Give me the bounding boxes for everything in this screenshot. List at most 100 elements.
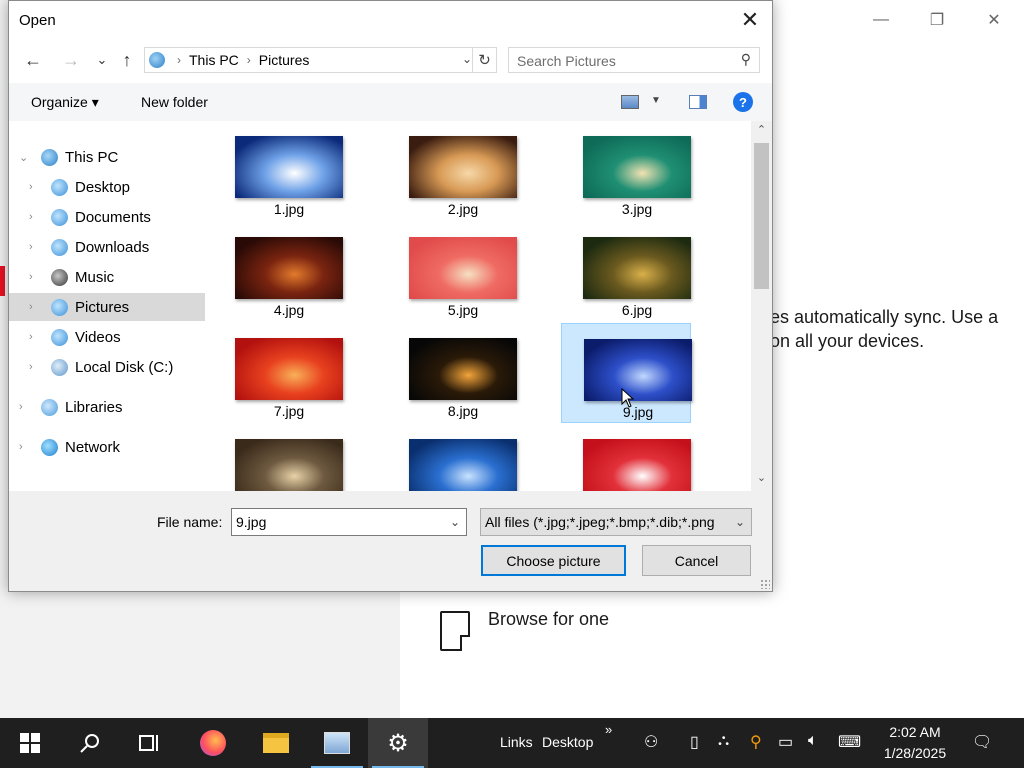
file-name-dropdown-icon[interactable]: ⌄ (450, 515, 460, 529)
browse-file-icon[interactable] (440, 611, 470, 651)
preview-pane-icon[interactable] (689, 95, 707, 109)
refresh-icon[interactable]: ↻ (472, 48, 496, 72)
scroll-down-icon[interactable]: ⌄ (751, 471, 772, 489)
tree-item-local-disk-c[interactable]: › Local Disk (C:) (9, 353, 205, 381)
firefox-taskbar-button[interactable] (183, 718, 243, 768)
photos-taskbar-button[interactable] (307, 718, 367, 768)
address-dropdown-icon[interactable]: ⌄ (462, 52, 472, 66)
file-tile[interactable]: 2.jpg (387, 121, 517, 221)
tree-item-this-pc[interactable]: ⌄ This PC (9, 143, 205, 171)
resize-grip-icon[interactable] (760, 579, 770, 589)
up-arrow-icon[interactable]: ↑ (114, 47, 140, 73)
tree-item-libraries[interactable]: › Libraries (9, 393, 205, 421)
file-tile[interactable] (213, 424, 343, 491)
image-thumbnail (583, 136, 691, 198)
scrollbar-thumb[interactable] (754, 143, 769, 289)
settings-taskbar-button[interactable]: ⚙ (368, 718, 428, 768)
file-name: 1.jpg (273, 201, 305, 217)
tree-item-music[interactable]: › Music (9, 263, 205, 291)
tree-item-pictures[interactable]: › Pictures (9, 293, 205, 321)
minimize-icon[interactable]: — (858, 0, 904, 40)
image-thumbnail (584, 339, 692, 401)
people-icon[interactable]: ⚇ (644, 732, 658, 752)
tree-item-videos[interactable]: › Videos (9, 323, 205, 351)
scroll-up-icon[interactable]: ⌃ (751, 123, 772, 141)
file-name: 7.jpg (273, 403, 305, 419)
tray-search-app-icon[interactable]: ⚲ (750, 732, 762, 752)
file-tile[interactable]: 4.jpg (213, 222, 343, 322)
expand-chevron-right-icon[interactable]: › (29, 241, 33, 253)
restore-icon[interactable]: ❐ (914, 0, 960, 40)
taskbar: ⚙ Links Desktop » ⚇ ▯ ⛬ ⚲ ▭ 🔈︎ ⌨ 2:02 AM… (0, 718, 1024, 768)
change-view-icon[interactable] (621, 95, 639, 109)
file-explorer-taskbar-button[interactable] (246, 718, 306, 768)
tree-item-network[interactable]: › Network (9, 433, 205, 461)
action-center-icon[interactable]: 🗨︎ (972, 732, 992, 752)
recent-locations-chevron-icon[interactable]: ⌄ (89, 47, 115, 73)
toolbar-overflow-icon[interactable]: » (605, 722, 612, 737)
tray-network-app-icon[interactable]: ⛬ (718, 732, 729, 750)
sync-description: es automatically sync. Use a on all your… (770, 307, 999, 351)
dialog-close-button[interactable]: ✕ (732, 3, 768, 37)
file-tile[interactable]: 8.jpg (387, 323, 517, 423)
file-tile[interactable]: 5.jpg (387, 222, 517, 322)
expand-chevron-down-icon[interactable]: ⌄ (19, 151, 28, 164)
tree-item-downloads[interactable]: › Downloads (9, 233, 205, 261)
expand-chevron-right-icon[interactable]: › (19, 441, 23, 453)
organize-button[interactable]: Organize ▾ (31, 94, 99, 111)
start-button[interactable] (0, 718, 60, 768)
cancel-button[interactable]: Cancel (642, 545, 751, 576)
task-view-icon (139, 735, 158, 751)
help-icon[interactable]: ? (733, 92, 753, 112)
expand-chevron-right-icon[interactable]: › (19, 401, 23, 413)
tree-item-documents[interactable]: › Documents (9, 203, 205, 231)
new-folder-button[interactable]: New folder (141, 94, 208, 110)
image-thumbnail (409, 439, 517, 491)
file-tile[interactable]: 6.jpg (561, 222, 691, 322)
system-clock[interactable]: 2:02 AM 1/28/2025 (872, 722, 958, 764)
expand-chevron-right-icon[interactable]: › (29, 331, 33, 343)
expand-chevron-right-icon[interactable]: › (29, 181, 33, 193)
back-arrow-icon[interactable]: ← (20, 47, 46, 73)
expand-chevron-right-icon[interactable]: › (29, 301, 33, 313)
view-options-chevron-icon[interactable]: ▼ (651, 95, 661, 106)
taskbar-search-button[interactable] (60, 718, 120, 768)
image-thumbnail (235, 439, 343, 491)
breadcrumb-this-pc[interactable]: This PC (189, 52, 239, 68)
window-close-icon[interactable]: ✕ (971, 0, 1017, 40)
expand-chevron-right-icon[interactable]: › (29, 211, 33, 223)
file-tile[interactable]: 1.jpg (213, 121, 343, 221)
videos-icon (51, 328, 68, 346)
task-view-button[interactable] (120, 718, 180, 768)
tree-item-desktop[interactable]: › Desktop (9, 173, 205, 201)
desktop-toolbar[interactable]: Desktop (542, 734, 593, 750)
browse-for-one-link[interactable]: Browse for one (488, 609, 609, 630)
file-type-filter-select[interactable]: All files (*.jpg;*.jpeg;*.bmp;*.dib;*.pn… (480, 508, 752, 536)
file-tile[interactable]: 7.jpg (213, 323, 343, 423)
file-type-dropdown-icon[interactable]: ⌄ (734, 515, 745, 529)
file-tile[interactable]: 3.jpg (561, 121, 691, 221)
file-name: 4.jpg (273, 302, 305, 318)
keyboard-icon[interactable]: ⌨ (838, 732, 861, 752)
network-icon[interactable]: ▭ (778, 732, 793, 752)
file-tile[interactable] (561, 424, 691, 491)
tree-item-label: This PC (65, 148, 119, 166)
breadcrumb-pictures[interactable]: Pictures (259, 52, 310, 68)
choose-picture-button[interactable]: Choose picture (481, 545, 626, 576)
forward-arrow-icon[interactable]: → (58, 47, 84, 73)
address-bar[interactable]: › This PC › Pictures ⌄ ↻ (144, 47, 497, 73)
image-thumbnail (235, 136, 343, 198)
tray-app-icon[interactable]: ▯ (690, 732, 699, 752)
file-tile[interactable] (387, 424, 517, 491)
photos-app-icon (324, 732, 350, 754)
documents-icon (51, 208, 68, 226)
volume-muted-icon[interactable]: 🔈︎ (808, 732, 818, 750)
expand-chevron-right-icon[interactable]: › (29, 271, 33, 283)
search-input[interactable]: Search Pictures ⚲ (508, 47, 760, 73)
file-name-input[interactable]: 9.jpg ⌄ (231, 508, 467, 536)
vertical-scrollbar[interactable]: ⌃ ⌄ (751, 121, 772, 491)
file-tile[interactable]: 9.jpg (561, 323, 692, 423)
image-thumbnail (409, 237, 517, 299)
expand-chevron-right-icon[interactable]: › (29, 361, 33, 373)
links-toolbar[interactable]: Links (500, 734, 533, 750)
